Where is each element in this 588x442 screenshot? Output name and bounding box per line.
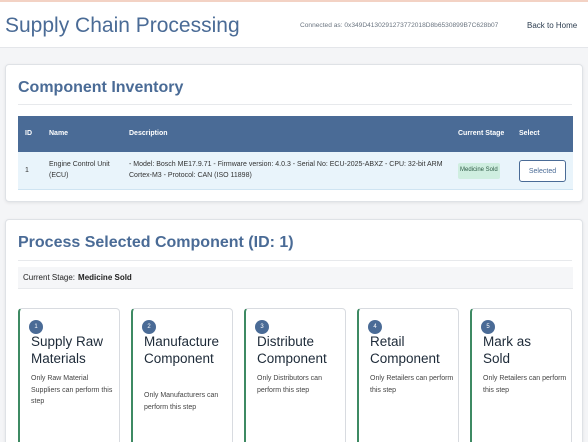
step-title: Manufacture Component (144, 334, 220, 366)
row-select-cell: Selected (519, 152, 569, 190)
step-number-badge: 5 (481, 320, 495, 334)
col-stage-header: Current Stage (458, 129, 505, 137)
inventory-table: ID Name Description Current Stage Select… (18, 116, 573, 190)
step-title: Retail Component (370, 334, 440, 366)
component-inventory-card: Component Inventory ID Name Description … (5, 64, 583, 202)
step-number-badge: 4 (368, 320, 382, 334)
step-description: Only Distributors can perform this step (257, 375, 322, 394)
table-header: ID Name Description Current Stage Select (18, 116, 573, 152)
step-card-manufacture[interactable]: 2 Manufacture Component Only Manufacture… (131, 308, 233, 442)
back-to-home-link[interactable]: Back to Home (527, 21, 577, 30)
step-title: Supply Raw Materials (31, 334, 104, 366)
col-description-header: Description (129, 129, 168, 137)
col-name-header: Name (49, 129, 69, 137)
step-description: Only Raw Material Suppliers can perform … (31, 375, 113, 405)
step-description: Only Retailers can perform this step (483, 375, 567, 394)
col-select-header: Select (519, 129, 540, 137)
connected-account: Connected as: 0x349D4130291273772018D8b6… (300, 22, 499, 29)
current-stage-bar: Current Stage: Medicine Sold (18, 267, 573, 289)
table-row[interactable]: 1 Engine Control Unit (ECU) - Model: Bos… (18, 152, 573, 190)
row-name: Engine Control Unit (ECU) (49, 161, 110, 179)
page-title: Supply Chain Processing (5, 14, 240, 37)
row-id: 1 (25, 166, 29, 174)
process-component-card: Process Selected Component (ID: 1) Curre… (5, 219, 583, 442)
current-stage-label: Current Stage: (23, 273, 76, 282)
step-number-badge: 1 (29, 320, 43, 334)
row-stage-cell: Medicine Sold (458, 152, 512, 190)
step-description: Only Manufacturers can perform this step (144, 392, 219, 411)
step-title: Mark as Sold (483, 334, 532, 366)
step-number-badge: 2 (142, 320, 156, 334)
select-button[interactable]: Selected (519, 160, 566, 182)
inventory-title: Component Inventory (18, 79, 184, 96)
divider (18, 260, 572, 261)
stage-badge: Medicine Sold (458, 163, 500, 179)
step-title: Distribute Component (257, 334, 327, 366)
step-number-badge: 3 (255, 320, 269, 334)
process-title: Process Selected Component (ID: 1) (18, 234, 294, 251)
row-description: - Model: Bosch ME17.9.71 - Firmware vers… (129, 161, 443, 179)
divider (18, 104, 572, 105)
step-card-distribute[interactable]: 3 Distribute Component Only Distributors… (244, 308, 346, 442)
step-card-sold[interactable]: 5 Mark as Sold Only Retailers can perfor… (470, 308, 572, 442)
step-description: Only Retailers can perform this step (370, 375, 454, 394)
col-id-header: ID (25, 129, 32, 137)
step-card-supply[interactable]: 1 Supply Raw Materials Only Raw Material… (18, 308, 120, 442)
step-card-retail[interactable]: 4 Retail Component Only Retailers can pe… (357, 308, 459, 442)
app-header: Supply Chain Processing Connected as: 0x… (0, 2, 588, 48)
current-stage-value: Medicine Sold (78, 273, 132, 282)
